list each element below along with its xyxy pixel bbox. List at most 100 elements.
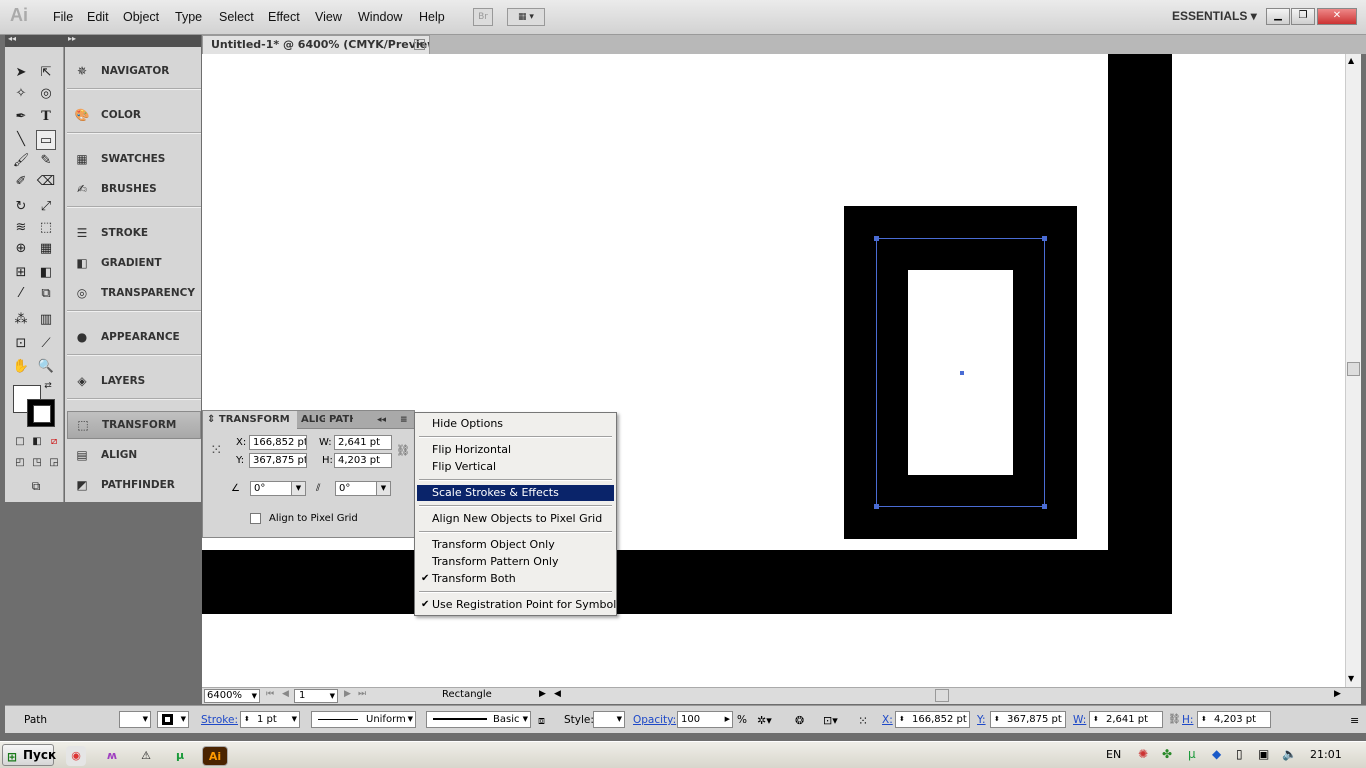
horizontal-scroll-thumb[interactable] (935, 689, 949, 702)
menu-type[interactable]: Type (175, 10, 202, 24)
utorrent-icon[interactable]: µ (170, 746, 190, 766)
opacity-label[interactable]: Opacity: (633, 714, 676, 726)
handle-top-left[interactable] (874, 236, 879, 241)
first-artboard-icon[interactable]: ⏮ (266, 689, 274, 699)
tray-utorrent-icon[interactable]: µ (1188, 747, 1196, 761)
panel-swatches[interactable]: ▦ SWATCHES (67, 145, 201, 173)
y-input[interactable]: 367,875 pt (249, 453, 307, 468)
stepper-icon[interactable]: ⬍ (244, 712, 250, 727)
tab-transform[interactable]: ⇕ TRANSFORM (203, 411, 297, 429)
x-input[interactable]: 166,852 pt (249, 435, 307, 450)
handle-bottom-right[interactable] (1042, 504, 1047, 509)
zoom-field[interactable]: 6400% ▼ (204, 689, 260, 703)
stepper-icon[interactable]: ⬍ (899, 712, 905, 727)
menu-edit[interactable]: Edit (87, 10, 109, 24)
stepper-icon[interactable]: ⬍ (1093, 712, 1099, 727)
control-h-label[interactable]: H: (1182, 714, 1193, 726)
line-tool-icon[interactable]: ╲ (11, 130, 31, 150)
select-similar-icon[interactable]: ❂ (795, 714, 804, 727)
control-w-label[interactable]: W: (1073, 714, 1086, 726)
slice-tool-icon[interactable]: ⟋ (36, 334, 56, 354)
reference-point-icon[interactable]: ⁙ (858, 714, 868, 728)
close-document-icon[interactable]: ✕ (414, 39, 425, 50)
free-transform-tool-icon[interactable]: ⬚ (36, 218, 56, 238)
panel-gradient[interactable]: ◧ GRADIENT (67, 249, 201, 277)
expand-panels-icon[interactable]: ▸▸ (68, 34, 76, 43)
tray-antivirus-icon[interactable]: ✺ (1138, 747, 1148, 761)
swap-fill-stroke-icon[interactable]: ⇄ (42, 380, 54, 392)
vertical-scrollbar[interactable]: ▲ ▼ (1345, 54, 1361, 687)
artboard-number-field[interactable]: 1 ▼ (294, 689, 338, 703)
restore-button[interactable]: ❐ (1291, 8, 1315, 25)
column-graph-tool-icon[interactable]: ▥ (36, 310, 56, 330)
menu-use-registration-point[interactable]: ✔ Use Registration Point for Symbol (417, 597, 616, 613)
brush-definition-dropdown[interactable]: Basic ▼ (426, 711, 531, 728)
control-y-input[interactable]: ⬍ 367,875 pt (990, 711, 1066, 728)
artboard-canvas[interactable] (202, 54, 1345, 687)
collapse-tools-icon[interactable]: ◂◂ (8, 34, 16, 43)
panel-transform[interactable]: ⬚ TRANSFORM (67, 411, 201, 439)
stroke-label[interactable]: Stroke: (201, 714, 238, 726)
pencil-tool-icon[interactable]: ✎ (36, 151, 56, 171)
panel-brushes[interactable]: ✍ BRUSHES (67, 175, 201, 203)
panel-appearance[interactable]: ● APPEARANCE (67, 323, 201, 351)
chevron-down-icon[interactable]: ▼ (291, 482, 305, 495)
tab-align[interactable]: ALIGI (297, 411, 325, 429)
scroll-right-icon[interactable]: ▶ (1334, 689, 1341, 699)
tray-device-icon[interactable]: ▯ (1236, 747, 1243, 761)
menu-flip-vertical[interactable]: Flip Vertical (417, 459, 614, 475)
warp-tool-icon[interactable]: ≋ (11, 218, 31, 238)
pen-tool-icon[interactable]: ✒ (11, 107, 31, 127)
center-point[interactable] (960, 371, 964, 375)
arrange-documents-button[interactable]: ▦ ▾ (507, 8, 545, 26)
bridge-button[interactable]: Br (473, 8, 493, 26)
menu-transform-object-only[interactable]: Transform Object Only (417, 537, 614, 553)
next-artboard-icon[interactable]: ▶ (344, 689, 351, 699)
eyedropper-tool-icon[interactable]: ⁄ (11, 284, 31, 304)
chevron-down-icon[interactable]: ▼ (376, 482, 390, 495)
menu-effect[interactable]: Effect (268, 10, 300, 24)
menu-transform-pattern-only[interactable]: Transform Pattern Only (417, 554, 614, 570)
volume-icon[interactable]: 🔈 (1282, 747, 1297, 761)
tray-network-icon[interactable]: ◆ (1212, 747, 1221, 761)
control-x-input[interactable]: ⬍ 166,852 pt (895, 711, 970, 728)
vertical-scroll-thumb[interactable] (1347, 362, 1360, 376)
screen-mode-icon[interactable]: ⧉ (23, 476, 49, 496)
h-input[interactable]: 4,203 pt (334, 453, 392, 468)
stepper-icon[interactable]: ⬍ (1201, 712, 1207, 727)
menu-scale-strokes-effects[interactable]: Scale Strokes & Effects (417, 485, 614, 501)
panel-pathfinder[interactable]: ◩ PATHFINDER (67, 471, 201, 499)
blob-brush-tool-icon[interactable]: ✐ (11, 172, 31, 192)
stepper-icon[interactable]: ⬍ (994, 712, 1000, 727)
fill-color-dropdown[interactable]: ▼ (119, 711, 151, 728)
panel-color[interactable]: 🎨 COLOR (67, 101, 201, 129)
recolor-artwork-icon[interactable]: ✲▾ (757, 714, 772, 727)
stroke-color-dropdown[interactable]: ▼ (157, 711, 189, 728)
eraser-tool-icon[interactable]: ⌫ (36, 172, 56, 192)
chrome-icon[interactable]: ◉ (66, 746, 86, 766)
panel-layers[interactable]: ◈ LAYERS (67, 367, 201, 395)
selection-tool-icon[interactable]: ➤ (11, 63, 31, 83)
zoom-tool-icon[interactable]: 🔍 (36, 357, 56, 377)
rotate-input[interactable]: 0° ▼ (250, 481, 306, 496)
menu-object[interactable]: Object (123, 10, 159, 24)
symbol-sprayer-tool-icon[interactable]: ⁂ (11, 310, 31, 330)
control-h-input[interactable]: ⬍ 4,203 pt (1197, 711, 1271, 728)
black-frame-horizontal[interactable] (202, 550, 1172, 614)
stroke-swatch[interactable] (27, 399, 55, 427)
menu-window[interactable]: Window (358, 10, 402, 24)
handle-top-right[interactable] (1042, 236, 1047, 241)
magic-wand-tool-icon[interactable]: ✧ (11, 84, 31, 104)
constrain-proportions-icon[interactable]: ⛓ (396, 444, 410, 457)
tab-pathfinder[interactable]: PATH (325, 411, 353, 429)
graphic-styles-icon[interactable]: ⧈ (538, 714, 545, 728)
type-tool-icon[interactable]: T (36, 107, 56, 127)
document-tab[interactable]: Untitled-1* @ 6400% (CMYK/Preview) ✕ (202, 35, 430, 54)
status-menu-icon[interactable]: ▶ (539, 689, 546, 699)
tray-monitor-icon[interactable]: ▣ (1258, 747, 1269, 761)
panel-menu-icon[interactable]: ≡ (396, 411, 412, 429)
rectangle-tool-icon[interactable]: ▭ (36, 130, 56, 150)
perspective-grid-tool-icon[interactable]: ▦ (36, 239, 56, 259)
menu-align-new-objects[interactable]: Align New Objects to Pixel Grid (417, 511, 614, 527)
blend-tool-icon[interactable]: ⧉ (36, 284, 56, 304)
